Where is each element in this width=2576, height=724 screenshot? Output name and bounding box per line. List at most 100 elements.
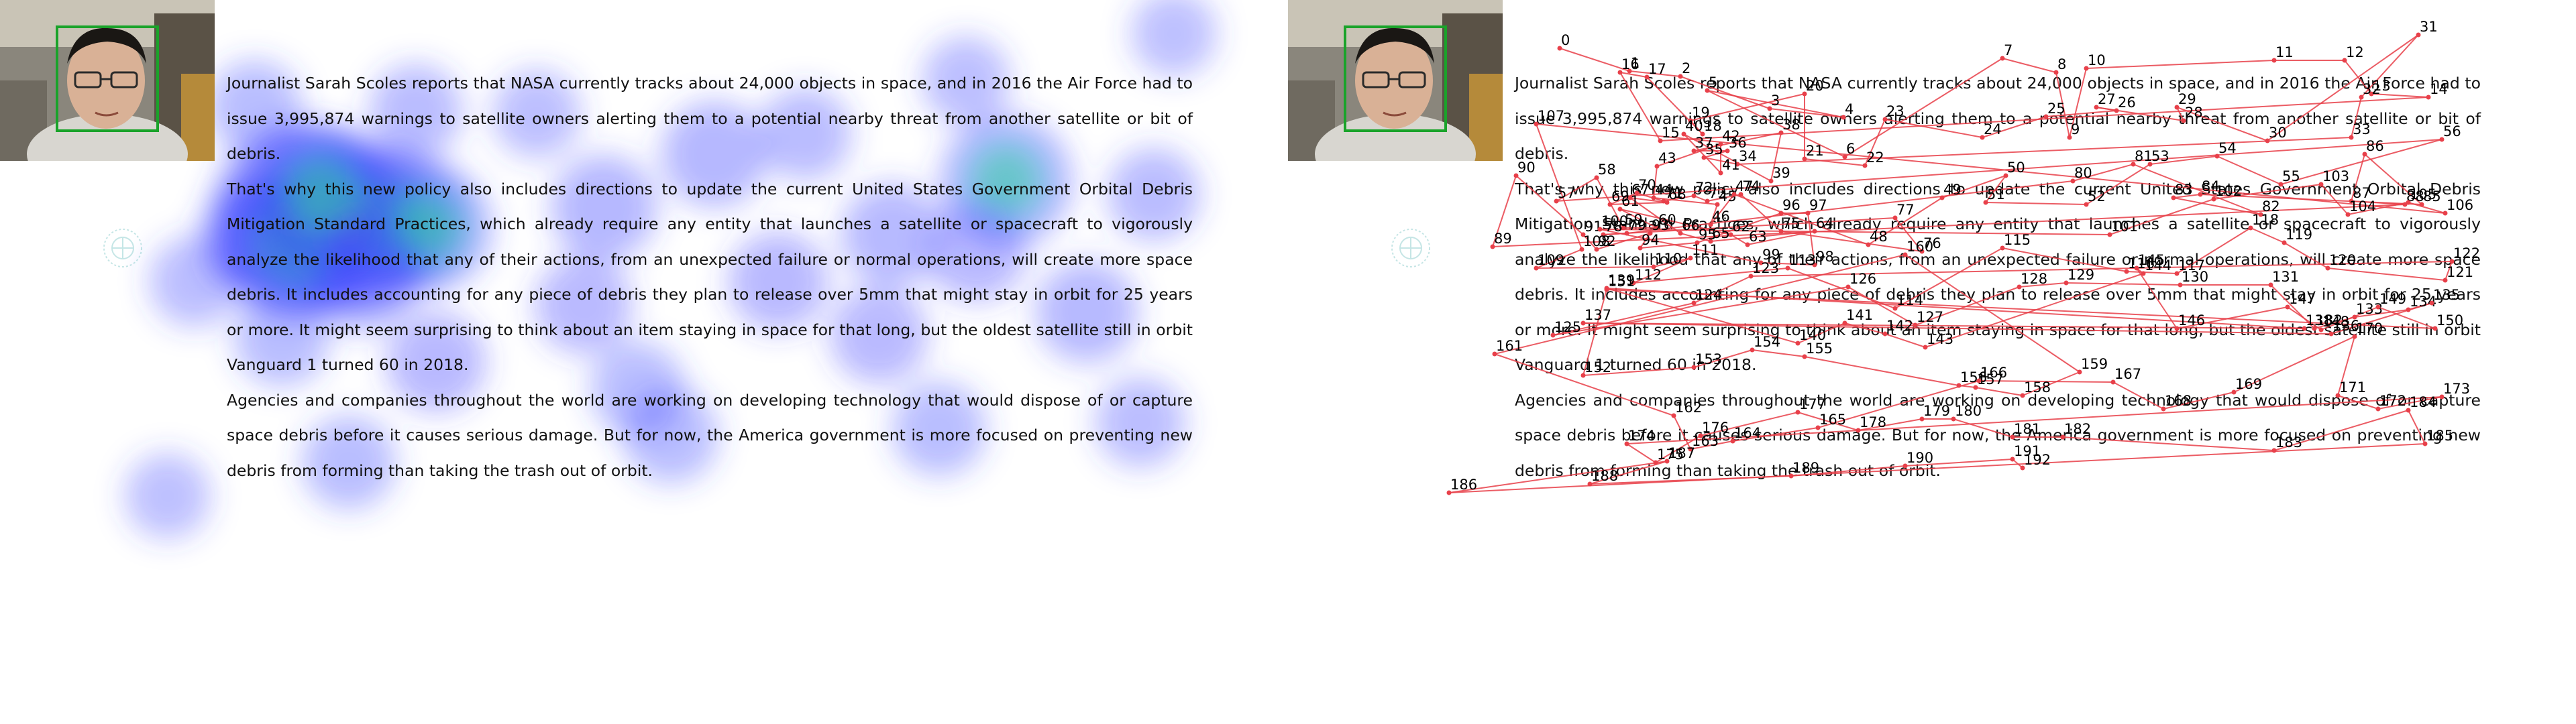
saccade-line — [2216, 156, 2282, 185]
saccade-line — [1589, 475, 1792, 485]
fixation-label: 114 — [1896, 292, 1923, 308]
saccade-line — [1975, 387, 2023, 396]
fixation-label: 86 — [2366, 138, 2384, 154]
fixation-label: 112 — [1635, 267, 1662, 283]
fixation-label: 49 — [1943, 182, 1962, 198]
fixation-label: 31 — [2420, 19, 2438, 35]
fixation-label: 176 — [1702, 420, 1729, 436]
fixation-label: 145 — [2138, 252, 2165, 268]
saccade-line — [1737, 137, 2352, 165]
fixation-label: 8 — [2057, 56, 2066, 72]
fixation-label: 33 — [2353, 121, 2371, 137]
fixation-label: 90 — [1517, 160, 1536, 176]
fixation-label: 159 — [2081, 356, 2108, 372]
gaze-scanpath: 01 2345678910 11 1213 141516 1718192021 222324… — [1446, 19, 2480, 495]
fixation-label: 147 — [2289, 291, 2316, 307]
saccade-line — [2250, 227, 2285, 243]
fixation-label: 106 — [2447, 197, 2473, 213]
fixation-label: 154 — [1754, 334, 1780, 350]
fixation-label: 42 — [1722, 128, 1740, 144]
fixation-label: 97 — [1809, 197, 1827, 213]
saccade-line — [1884, 119, 1983, 138]
fixation-label: 52 — [2088, 188, 2106, 204]
fixation-label: 142 — [1886, 318, 1913, 334]
fixation-label: 160 — [1907, 239, 1933, 255]
fixation-label: 5 — [1709, 74, 1717, 90]
fixation-label: 51 — [1987, 186, 2005, 202]
fixation-label: 9 — [2071, 121, 2080, 137]
fixation-label: 127 — [1917, 309, 1943, 325]
saccade-line — [2112, 381, 2164, 410]
fixation-label: 128 — [2021, 271, 2047, 287]
fixation-label: 16 — [1621, 56, 1640, 72]
fixation-label: 183 — [2275, 434, 2302, 450]
saccade-line — [1626, 443, 1656, 463]
fixation-label: 141 — [1846, 307, 1873, 323]
fixation-label: 14 — [2430, 81, 2448, 97]
fixation-label: 2 — [1682, 60, 1690, 76]
fixation-label: 15 — [1662, 125, 1680, 141]
paragraph-1: Journalist Sarah Scoles reports that NAS… — [227, 74, 1193, 163]
fixation-label: 126 — [1849, 271, 1876, 287]
fixation-label: 73 — [1709, 185, 1727, 201]
fixation-label: 11 — [2275, 44, 2294, 60]
fixation-label: 22 — [1866, 149, 1884, 166]
fixation-label: 95 — [1699, 227, 1717, 243]
fixation-label: 43 — [1658, 150, 1676, 166]
fixation-label: 113 — [1789, 252, 1816, 268]
fixation-label: 54 — [2218, 140, 2237, 156]
fixation-label: 93 — [1652, 217, 1670, 233]
fixation-label: 189 — [1792, 460, 1819, 476]
saccade-line — [1494, 254, 1906, 355]
saccade-line — [2086, 60, 2275, 69]
fixation-label: 91 — [1585, 219, 1603, 235]
saccade-line — [2280, 139, 2443, 185]
fixation-label: 74 — [1742, 178, 1760, 194]
fixation-label: 50 — [2007, 160, 2025, 176]
fixation-label: 24 — [1984, 121, 2002, 137]
fixation-label: 179 — [1923, 403, 1950, 419]
fixation-label: 37 — [1695, 135, 1713, 151]
fixation-label: 64 — [1816, 215, 1834, 231]
fixation-label: 124 — [1695, 287, 1722, 303]
fixation-label: 186 — [1450, 477, 1477, 493]
fixation-label: 80 — [2074, 165, 2092, 181]
saccade-line — [1985, 202, 2087, 205]
fixation-label: 66 — [1682, 217, 1700, 233]
fixation-label: 166 — [1980, 365, 2007, 381]
saccade-line — [1844, 58, 2003, 158]
fixation-label: 83 — [2175, 182, 2193, 198]
fixation-label: 104 — [2349, 198, 2376, 215]
saccade-line — [1804, 356, 1960, 386]
fixation-label: 38 — [1782, 117, 1801, 133]
fixation-label: 125 — [1554, 319, 1581, 335]
fixation-label: 75 — [1782, 215, 1801, 231]
fixation-label: 63 — [1749, 229, 1767, 245]
fixation-label: 167 — [2114, 366, 2141, 382]
saccade-line — [2408, 410, 2426, 444]
fixation-label: 135 — [2433, 287, 2460, 303]
saccade-line — [2002, 247, 2127, 272]
fixation-label: 158 — [2024, 379, 2051, 396]
saccade-line — [1619, 72, 1661, 141]
fixation-label: 98 — [1816, 249, 1834, 265]
saccade-line — [1673, 415, 1691, 450]
fixation-label: 190 — [1907, 450, 1933, 466]
fixation-label: 137 — [1585, 307, 1611, 323]
fixation-label: 110 — [1655, 251, 1682, 267]
fixation-label: 57 — [1558, 185, 1576, 201]
paragraph-3: Agencies and companies throughout the wo… — [227, 390, 1193, 480]
fixation-label: 103 — [2322, 168, 2349, 184]
fixation-label: 192 — [2024, 452, 2051, 468]
fixation-label: 131 — [2272, 269, 2299, 285]
fixation-label: 118 — [2252, 212, 2279, 228]
heat-spot — [125, 453, 211, 539]
fixation-label: 39 — [1772, 165, 1790, 181]
fixation-label: 46 — [1712, 208, 1730, 225]
fixation-label: 188 — [1591, 468, 1618, 484]
fixation-label: 177 — [1799, 396, 1826, 412]
fixation-label: 56 — [2443, 123, 2461, 139]
fixation-label: 40 — [1685, 118, 1703, 134]
fixation-label: 69 — [1611, 188, 1629, 204]
heat-spot — [1131, 0, 1217, 76]
